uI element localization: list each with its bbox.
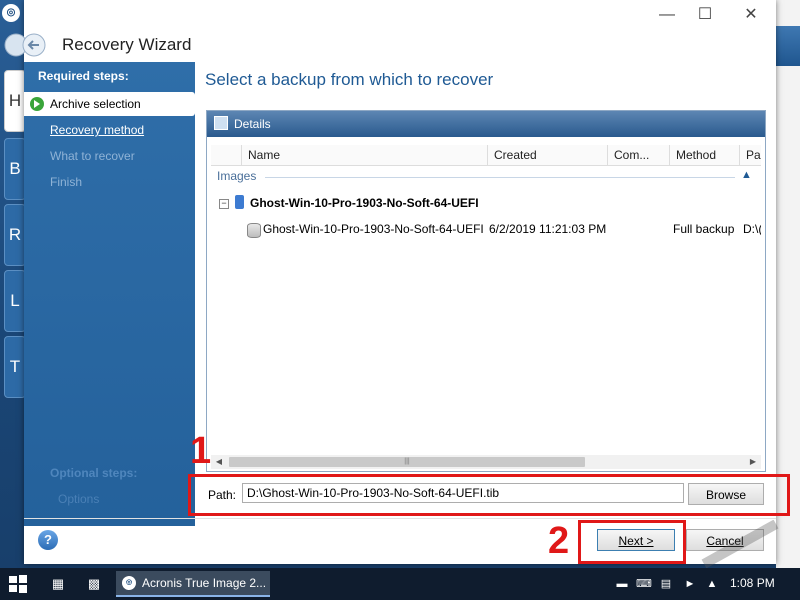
minimize-icon[interactable]: — [652,4,682,26]
row-method: Full backup [673,222,735,236]
title-bar: — ☐ ✕ [24,0,776,30]
watermark-logo-icon [701,520,779,568]
page-heading: Select a backup from which to recover [205,70,494,89]
taskbar-task-acronis[interactable]: ◎ Acronis True Image 2... [116,571,270,597]
backup-archive-icon [247,223,261,238]
optional-steps-label: Optional steps: [50,466,138,480]
column-header-blank [211,145,241,165]
bg-tile-2[interactable]: B [4,138,26,200]
annotation-box-path [188,474,790,516]
scrollbar-thumb[interactable]: ||| [229,457,585,467]
details-icon [214,116,228,130]
column-header-name[interactable]: Name [241,145,487,165]
wizard-title: Recovery Wizard [62,35,192,54]
drive-icon [235,195,244,209]
tray-usb-icon[interactable]: ▬ [614,576,630,592]
details-panel-title: Details [234,117,271,131]
acronis-logo-icon: ◎ [2,4,20,22]
step-what-to-recover: What to recover [50,149,135,163]
partition-tool-icon[interactable]: ▩ [84,574,104,594]
acronis-task-icon: ◎ [122,576,136,590]
row-path: D:\( [743,222,761,236]
back-forward-icon[interactable] [4,32,50,58]
wizard-steps-sidebar: Required steps: Archive selection Recove… [24,62,195,526]
group-divider [265,177,735,178]
group-label-images: Images [217,169,257,183]
step-options[interactable]: Options [58,492,99,506]
taskbar-clock: 1:08 PM [730,576,775,590]
annotation-box-next [578,520,686,564]
tray-volume-icon[interactable]: ► [682,576,698,592]
table-header: Name Created Com... Method Pa [211,145,761,166]
tray-network-icon[interactable]: ▤ [658,576,674,592]
task-label: Acronis True Image 2... [142,576,267,590]
wizard-header: Recovery Wizard [4,30,776,62]
tree-toggle-icon[interactable]: − [219,199,229,209]
computer-management-icon[interactable]: ▦ [48,574,68,594]
bg-tile-1[interactable]: H [4,70,26,132]
tray-notification-icon[interactable]: ▲ [704,576,720,592]
close-icon[interactable]: ✕ [736,4,766,26]
backup-node-row[interactable]: − Ghost-Win-10-Pro-1903-No-Soft-64-UEFI [219,193,759,213]
maximize-icon[interactable]: ☐ [690,4,720,26]
details-panel-header: Details [207,111,765,137]
step-label: Archive selection [50,97,141,111]
bg-tile-5[interactable]: T [4,336,26,398]
bg-tile-4[interactable]: L [4,270,26,332]
details-panel: Details Name Created Com... Method Pa Im… [206,110,766,472]
tray-keyboard-icon[interactable]: ⌨ [636,576,652,592]
step-archive-selection[interactable]: Archive selection [24,92,195,116]
bg-tile-3[interactable]: R [4,204,26,266]
column-header-created[interactable]: Created [487,145,607,165]
current-step-arrow-icon [30,97,44,111]
taskbar: ▦ ▩ ◎ Acronis True Image 2... ▬ ⌨ ▤ ► ▲ … [0,568,800,600]
row-name: Ghost-Win-10-Pro-1903-No-Soft-64-UEFI [263,222,484,236]
footer-divider [24,518,776,519]
help-icon[interactable]: ? [38,530,58,550]
step-recovery-method[interactable]: Recovery method [24,118,195,142]
windows-start-icon[interactable] [8,574,28,594]
column-header-comment[interactable]: Com... [607,145,669,165]
collapse-group-icon[interactable]: ▲ [741,169,752,181]
column-header-method[interactable]: Method [669,145,739,165]
annotation-number-2: 2 [548,520,570,562]
horizontal-scrollbar[interactable]: ◀ ||| ▶ [211,455,761,469]
scroll-left-icon[interactable]: ◀ [213,455,225,469]
row-created: 6/2/2019 11:21:03 PM [489,222,607,236]
scroll-right-icon[interactable]: ▶ [747,455,759,469]
column-header-path[interactable]: Pa [739,145,761,165]
required-steps-label: Required steps: [38,69,129,83]
table-row[interactable]: Ghost-Win-10-Pro-1903-No-Soft-64-UEFI 6/… [247,219,761,239]
annotation-number-1: 1 [190,430,212,472]
backup-node-name: Ghost-Win-10-Pro-1903-No-Soft-64-UEFI [250,196,479,210]
step-finish: Finish [50,175,83,189]
